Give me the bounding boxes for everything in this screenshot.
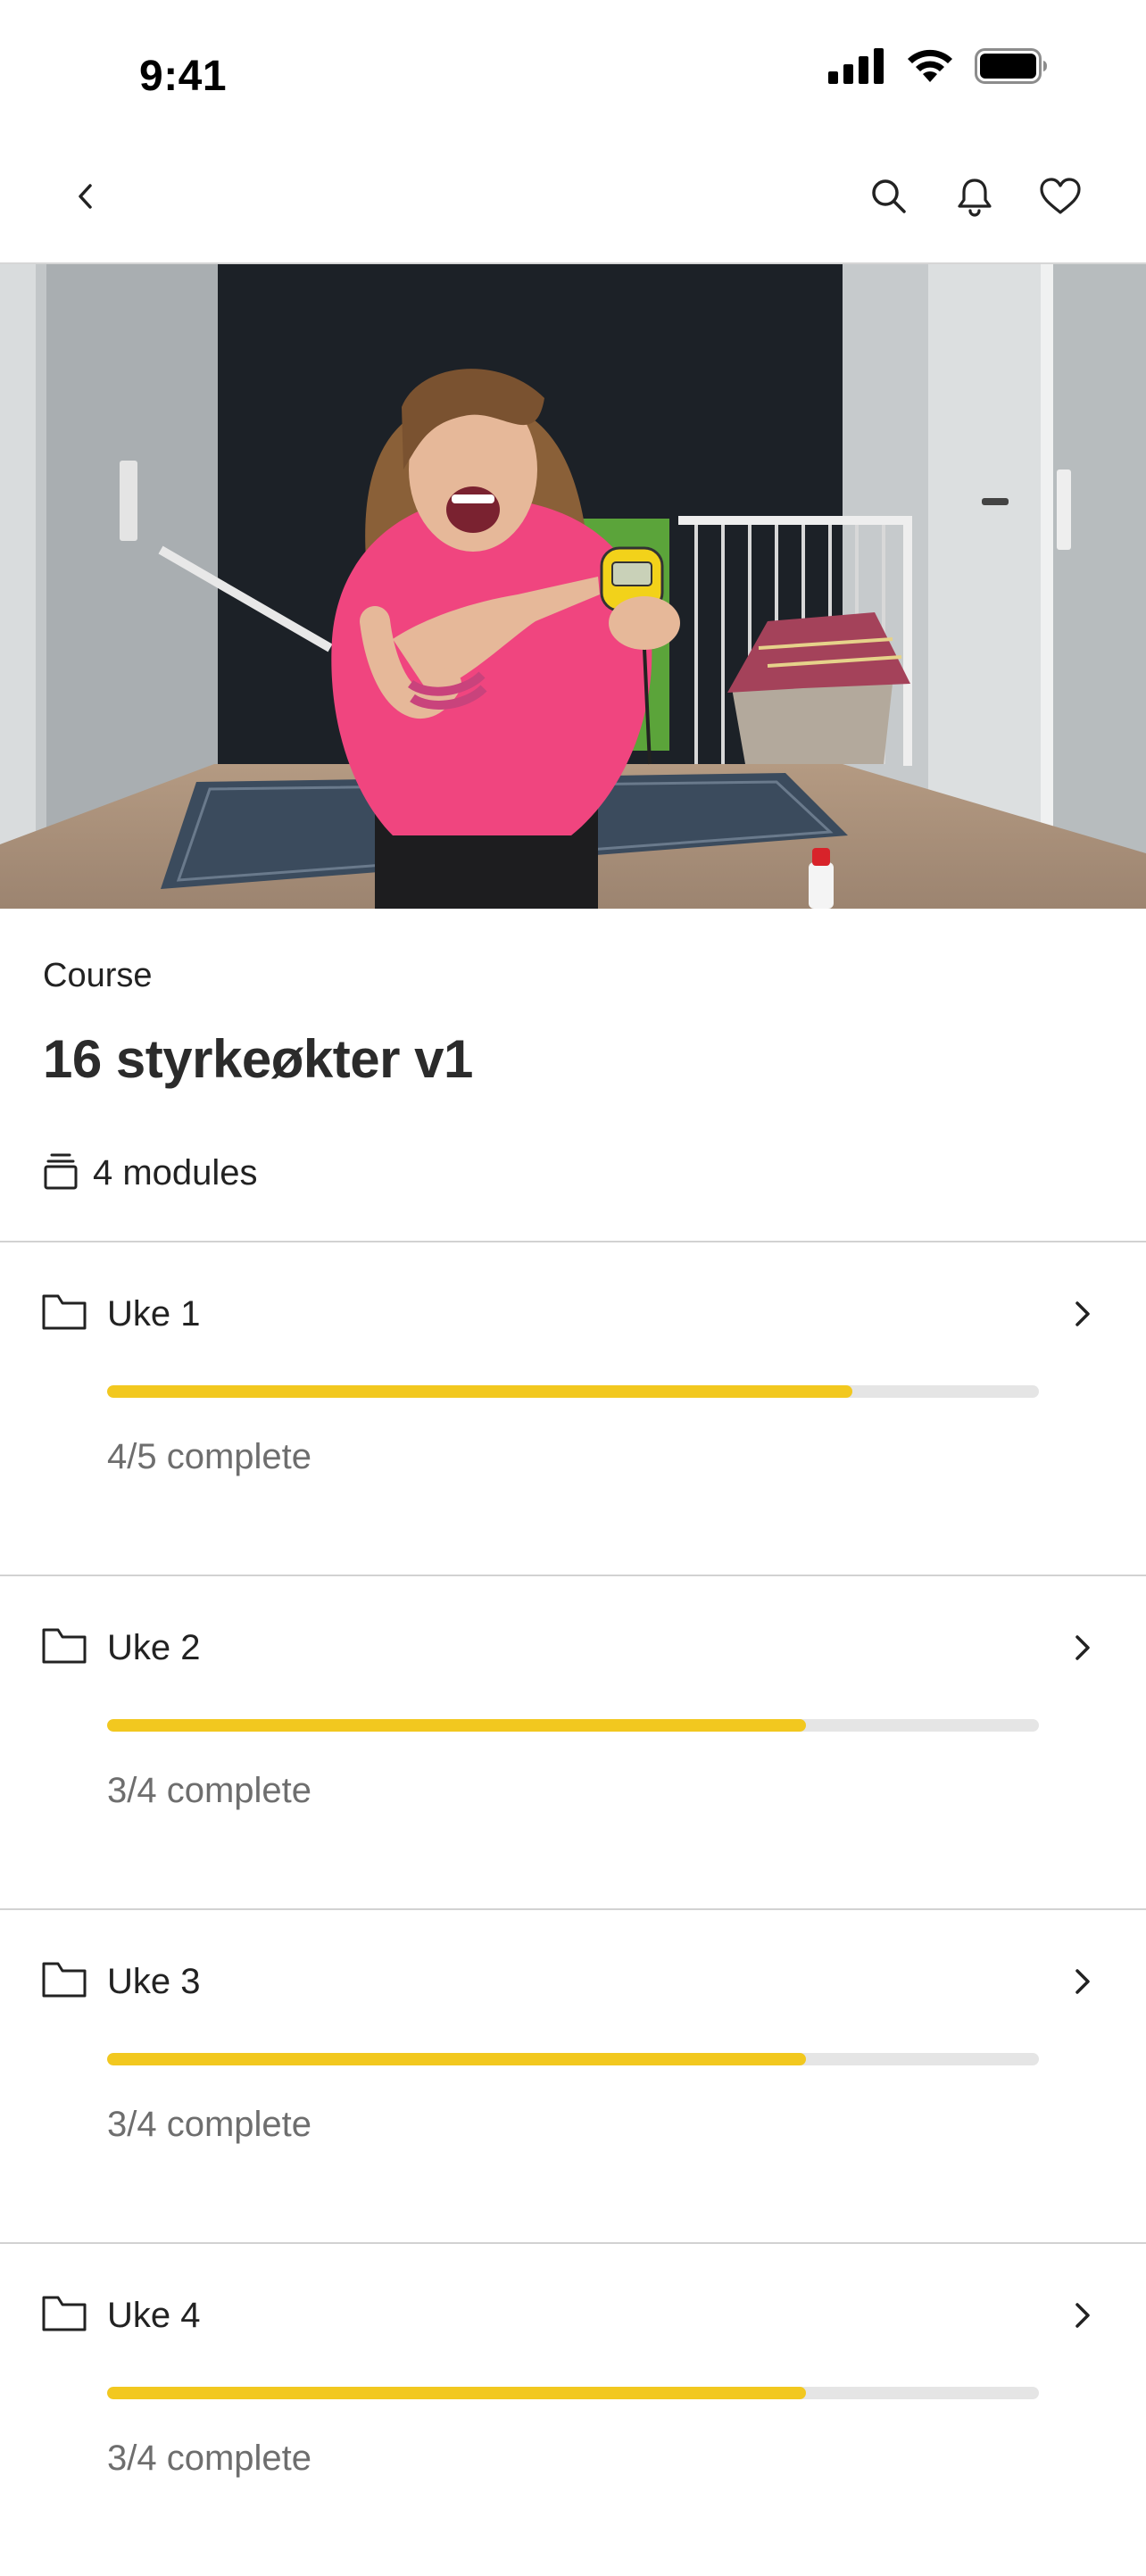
module-name: Uke 3 <box>107 1962 201 2001</box>
module-row-uke-3[interactable]: Uke 3 3/4 complete <box>0 1908 1146 2242</box>
folder-icon <box>41 1960 87 2004</box>
folder-icon <box>41 2294 87 2338</box>
search-button[interactable] <box>860 170 918 227</box>
heart-icon <box>1038 175 1083 222</box>
back-button[interactable] <box>57 170 114 227</box>
module-row-uke-1[interactable]: Uke 1 4/5 complete <box>0 1241 1146 1575</box>
modules-count: 4 modules <box>93 1152 258 1192</box>
chevron-right-icon <box>1067 1964 1098 2004</box>
module-progress-bar <box>107 1719 1039 1732</box>
course-hero-image <box>0 264 1146 909</box>
chevron-right-icon <box>1067 2298 1098 2338</box>
module-status: 4/5 complete <box>107 1437 312 1476</box>
search-icon <box>868 175 910 222</box>
stack-icon <box>43 1151 93 1195</box>
folder-icon <box>41 1626 87 1670</box>
module-status: 3/4 complete <box>107 1771 312 1810</box>
module-progress-bar <box>107 2387 1039 2399</box>
cellular-signal-icon <box>828 48 884 88</box>
module-row-uke-4[interactable]: Uke 4 3/4 complete <box>0 2242 1146 2576</box>
chevron-left-icon <box>68 179 104 219</box>
module-status: 3/4 complete <box>107 2105 312 2144</box>
course-title: 16 styrkeøkter v1 <box>43 1029 473 1089</box>
module-progress-bar <box>107 2053 1039 2065</box>
battery-icon <box>975 48 1048 88</box>
status-time: 9:41 <box>139 53 228 100</box>
navigation-bar <box>0 134 1146 264</box>
chevron-right-icon <box>1067 1296 1098 1336</box>
module-progress-bar <box>107 1385 1039 1398</box>
module-name: Uke 2 <box>107 1628 201 1667</box>
module-row-uke-2[interactable]: Uke 2 3/4 complete <box>0 1575 1146 1908</box>
wifi-icon <box>905 46 955 88</box>
folder-icon <box>41 1292 87 1336</box>
module-progress-fill <box>107 1385 853 1398</box>
modules-summary: 4 modules <box>43 1148 258 1198</box>
module-list: Uke 1 4/5 complete Uke 2 3/4 complete Uk… <box>0 1241 1146 2576</box>
bell-icon <box>953 175 996 222</box>
module-name: Uke 4 <box>107 2296 201 2335</box>
module-status: 3/4 complete <box>107 2439 312 2478</box>
status-bar: 9:41 <box>0 0 1146 134</box>
notifications-button[interactable] <box>946 170 1003 227</box>
course-kicker: Course <box>43 957 153 994</box>
module-progress-fill <box>107 2387 806 2399</box>
module-progress-fill <box>107 1719 806 1732</box>
module-name: Uke 1 <box>107 1294 201 1334</box>
favorite-button[interactable] <box>1032 170 1089 227</box>
module-progress-fill <box>107 2053 806 2065</box>
chevron-right-icon <box>1067 1630 1098 1670</box>
